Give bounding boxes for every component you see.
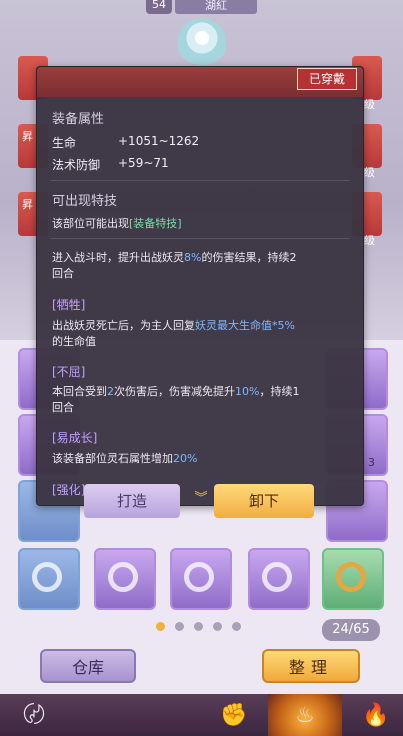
slot-tag: 昇 [22,130,33,143]
warehouse-button[interactable]: 仓库 [40,649,136,683]
remove-button[interactable]: 卸下 [214,484,314,518]
inventory-item[interactable] [322,548,384,610]
skill-title-sacrifice: [牺牲] [52,298,86,312]
inventory-item[interactable] [18,548,80,610]
bag-tab[interactable]: ♨ [268,694,342,736]
attributes-heading: 装备属性 [52,112,105,127]
slot-tag: 昇 [22,198,33,211]
inventory-item[interactable] [248,548,310,610]
page-indicator [150,622,250,634]
slot-tag: 级 [364,98,375,111]
equipment-skill-link[interactable]: [装备特技] [129,217,182,230]
slot-tag: 级 [364,166,375,179]
player-name: 湖紅 [175,0,257,14]
divider [50,238,350,239]
skills-intro-text: 该部位可能出现 [52,217,129,230]
bag-icon: ♨ [295,703,315,728]
flame-icon[interactable]: 🔥 [360,700,392,732]
stat-hp-label: 生命 [52,136,77,150]
skill-title-unyielding: [不屈] [52,365,86,379]
inventory-item[interactable] [170,548,232,610]
skill-entry-3: 本回合受到2次伤害后，伤害减免提升10%，持续1 回合 [52,385,300,414]
forge-button[interactable]: 打造 [84,484,180,518]
skills-intro: 该部位可能出现[装备特技] [52,216,348,232]
page-dot[interactable] [175,622,184,631]
page-dot-active[interactable] [156,622,165,631]
divider [50,180,350,181]
item-count-badge: 3 [368,456,375,469]
stat-hp-value: +1051~1262 [118,134,200,148]
inventory-item[interactable] [94,548,156,610]
character-avatar [178,18,226,68]
page-dot[interactable] [232,622,241,631]
skills-heading: 可出现特技 [52,194,118,209]
back-swirl-icon[interactable]: 〄 [18,700,50,732]
stat-mdef-label: 法术防御 [52,158,101,172]
skill-entry-1: 进入战斗时，提升出战妖灵8%的伤害结果，持续2 回合 [52,251,297,280]
bottom-nav [0,694,403,736]
stat-mdef-value: +59~71 [118,156,169,170]
player-level: 54 [146,0,172,14]
chevron-down-icon[interactable]: ︾ [192,487,210,506]
inventory-count: 24/65 [322,619,380,641]
fist-icon[interactable]: ✊ [218,700,250,732]
skill-title-growth: [易成长] [52,431,98,445]
arrange-button[interactable]: 整理 [262,649,360,683]
skill-title-enhance: [强化] [52,483,86,497]
page-dot[interactable] [194,622,203,631]
skill-entry-4: 该装备部位灵石属性增加20% [52,452,198,465]
page-dot[interactable] [213,622,222,631]
slot-tag: 级 [364,234,375,247]
skill-entry-2: 出战妖灵死亡后，为主人回复妖灵最大生命值*5% 的生命值 [52,319,295,348]
equipped-badge: 已穿戴 [297,68,357,90]
